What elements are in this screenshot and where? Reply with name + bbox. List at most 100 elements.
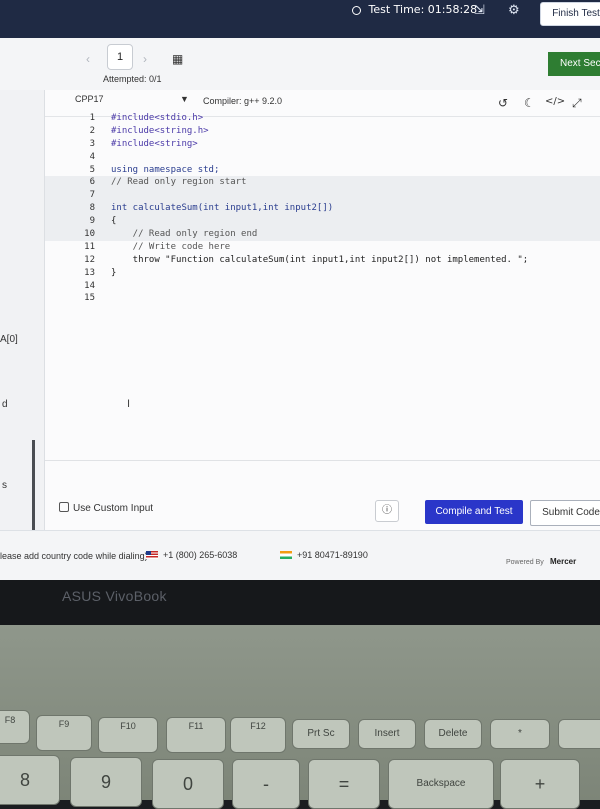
next-page-button[interactable]: › <box>143 52 147 66</box>
india-flag-icon <box>280 551 292 559</box>
clock-icon <box>352 6 361 15</box>
code-line: 14 <box>45 280 600 293</box>
line-number: 11 <box>84 241 95 252</box>
key-delete: Delete <box>424 719 482 749</box>
line-code: using namespace std; <box>111 164 220 175</box>
key-f8: F8 <box>0 710 30 744</box>
key-f9: F9 <box>36 715 92 751</box>
custom-input-toggle[interactable]: Use Custom Input <box>59 502 153 514</box>
line-number: 4 <box>89 151 95 162</box>
laptop-keyboard: F8 F9 F10 F11 F12 Prt Sc Insert Delete *… <box>0 625 600 809</box>
language-select[interactable]: CPP17 <box>75 94 104 104</box>
us-flag-icon <box>146 551 158 559</box>
key-f10: F10 <box>98 717 158 753</box>
key-equals: = <box>308 759 380 809</box>
page-number-button[interactable]: 1 <box>107 44 133 70</box>
code-line: 3 #include<string> <box>45 138 600 151</box>
key-8: 8 <box>0 755 60 805</box>
line-code: #include<stdio.h> <box>111 113 204 123</box>
code-line: 8 int calculateSum(int input1,int input2[… <box>45 202 600 216</box>
key-backspace: Backspace <box>388 759 494 809</box>
compiler-label: Compiler: g++ 9.2.0 <box>203 96 283 106</box>
line-number: 13 <box>84 267 95 278</box>
key-asterisk: * <box>490 719 550 749</box>
reset-icon[interactable]: ↺ <box>498 96 508 110</box>
editor-divider <box>45 460 600 461</box>
code-line: 4 <box>45 151 600 164</box>
timer-label: Test Time: 01:58:28 <box>368 3 478 16</box>
collapse-icon[interactable]: ⇲ <box>474 3 485 18</box>
info-button[interactable]: ⓘ <box>375 500 399 522</box>
code-editor: CPP17 ▼ Compiler: g++ 9.2.0 ↺ ☾ </> ⤢ 1 #… <box>45 90 600 530</box>
question-text-fragment: s <box>2 480 7 491</box>
line-number: 14 <box>84 280 95 291</box>
question-nav: ‹ 1 › ▦ <box>0 38 600 91</box>
custom-input-label: Use Custom Input <box>73 503 154 514</box>
key-blank <box>558 719 600 749</box>
line-code: // Read only region start <box>111 177 247 188</box>
next-section-button[interactable]: Next Sect <box>548 52 600 76</box>
dialing-note: lease add country code while dialing) <box>0 551 148 561</box>
code-line: 2 #include<string.h> <box>45 125 600 138</box>
monitor-screen: Test Time: 01:58:28 ⇲ ⚙ Finish Test ‹ 1 … <box>0 0 600 580</box>
mercer-logo: Mercer <box>550 557 577 566</box>
line-number: 10 <box>84 229 95 240</box>
code-line: 13} <box>45 267 600 280</box>
line-code: int calculateSum(int input1,int input2[]… <box>111 203 334 214</box>
line-code: // Write code here <box>111 241 231 252</box>
top-bar: Test Time: 01:58:28 ⇲ ⚙ Finish Test <box>0 0 600 38</box>
line-number: 8 <box>89 203 95 214</box>
code-line: 15 <box>45 292 600 305</box>
compile-and-test-button[interactable]: Compile and Test <box>425 500 523 524</box>
line-number: 9 <box>89 216 95 227</box>
phone-in: +91 80471-89190 <box>297 550 368 560</box>
info-icon: ⓘ <box>382 505 392 516</box>
question-text-fragment: A[0] <box>0 334 18 345</box>
code-line: 1 #include<stdio.h> <box>45 112 600 125</box>
line-number: 7 <box>89 190 95 201</box>
submit-code-button[interactable]: Submit Code <box>530 500 600 526</box>
line-number: 3 <box>89 138 95 149</box>
line-number: 6 <box>89 177 95 188</box>
line-number: 12 <box>84 254 95 265</box>
caret-down-icon[interactable]: ▼ <box>180 94 189 104</box>
line-number: 2 <box>89 125 95 136</box>
custom-input-checkbox[interactable] <box>59 502 69 512</box>
question-panel: A[0] d s <box>0 90 45 570</box>
code-line: 12 throw "Function calculateSum(int inpu… <box>45 254 600 267</box>
line-code: } <box>111 267 117 278</box>
line-code: #include<string> <box>111 138 198 149</box>
line-code: #include<string.h> <box>111 125 209 136</box>
text-cursor-icon: I <box>127 398 131 410</box>
line-number: 1 <box>89 113 95 123</box>
code-format-icon[interactable]: </> <box>545 96 565 107</box>
key-0: 0 <box>152 759 224 809</box>
prev-page-button[interactable]: ‹ <box>86 52 90 66</box>
dark-mode-moon-icon[interactable]: ☾ <box>524 96 535 110</box>
code-line: 11 // Write code here <box>45 241 600 254</box>
phone-us: +1 (800) 265-6038 <box>163 550 238 560</box>
code-area[interactable]: 1 #include<stdio.h> 2 #include<string.h> 3… <box>45 112 600 305</box>
code-line: 6 // Read only region start <box>45 176 600 190</box>
key-f11: F11 <box>166 717 226 753</box>
code-line: 10 // Read only region end <box>45 228 600 241</box>
key-insert: Insert <box>358 719 416 749</box>
support-footer: lease add country code while dialing) +1… <box>0 530 600 580</box>
test-timer: Test Time: 01:58:28 <box>352 3 477 16</box>
fullscreen-icon[interactable]: ⤢ <box>572 96 582 111</box>
key-f12: F12 <box>230 717 286 753</box>
question-text-fragment: d <box>2 399 8 410</box>
key-minus: - <box>232 759 300 809</box>
grid-view-icon[interactable]: ▦ <box>172 52 183 66</box>
line-code: throw "Function calculateSum(int input1,… <box>111 254 529 265</box>
line-code: // Read only region end <box>111 229 258 240</box>
code-line: 7 <box>45 189 600 203</box>
laptop-brand: ASUS VivoBook <box>62 588 167 604</box>
code-line: 9{ <box>45 215 600 229</box>
attempted-count: Attempted: 0/1 <box>103 74 162 84</box>
settings-gear-icon[interactable]: ⚙ <box>508 3 520 18</box>
line-number: 15 <box>84 293 95 304</box>
finish-test-button[interactable]: Finish Test <box>540 2 600 26</box>
key-prtsc: Prt Sc <box>292 719 350 749</box>
key-plus: + <box>500 759 580 809</box>
